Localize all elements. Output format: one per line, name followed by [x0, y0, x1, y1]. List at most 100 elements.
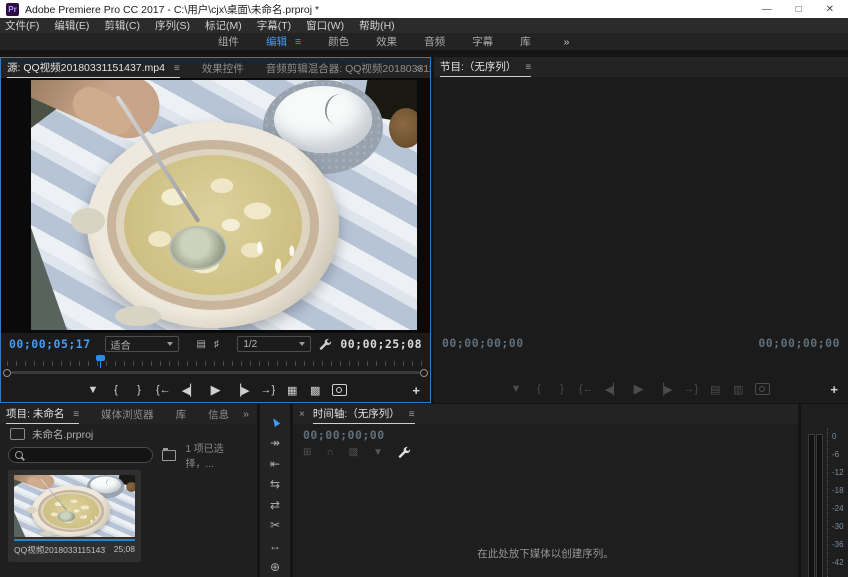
go-to-out-icon[interactable]: →} [261, 384, 276, 396]
close-button[interactable]: ✕ [826, 4, 834, 15]
timeline-drop-zone-message[interactable]: 在此处放下媒体以创建序列。 [293, 546, 798, 561]
workspace-tab-audio[interactable]: 音频 [424, 34, 445, 49]
tab-project[interactable]: 项目: 未命名 ≡ [6, 404, 79, 424]
menu-item[interactable]: 剪辑(C) [104, 18, 140, 33]
tab-info[interactable]: 信息 [208, 407, 229, 422]
timeline-timecode[interactable]: 00;00;00;00 [303, 428, 385, 442]
workspace-overflow-icon[interactable]: » [564, 36, 570, 48]
mark-out-icon[interactable]: } [556, 383, 568, 395]
settings-wrench-icon[interactable] [319, 338, 332, 351]
tab-program-monitor[interactable]: 节目:（无序列） ≡ [440, 57, 531, 77]
tab-libraries[interactable]: 库 [176, 407, 187, 422]
track-select-forward-tool[interactable]: ↠ [260, 433, 290, 454]
tab-audio-clip-mixer[interactable]: 音频剪辑混合器: QQ视频20180331151437.mp4 [266, 61, 431, 76]
project-clip-item[interactable]: QQ视频20180331151437... 25;08 [8, 470, 141, 562]
workspace-tab-assembly[interactable]: 组件 [218, 34, 239, 49]
export-frame-icon[interactable] [755, 383, 770, 395]
workspace-tab-editing[interactable]: 编辑 [266, 34, 287, 49]
step-back-icon[interactable]: ◀▏ [605, 383, 622, 396]
menu-item[interactable]: 字幕(T) [257, 18, 291, 33]
extract-icon[interactable]: ▥ [732, 383, 744, 396]
clip-thumbnail[interactable] [14, 475, 135, 537]
tab-source-label: 源: QQ视频20180331151437.mp4 [7, 62, 165, 74]
button-editor-plus[interactable]: + [412, 383, 420, 398]
menu-item[interactable]: 帮助(H) [359, 18, 395, 33]
go-to-in-icon[interactable]: {← [579, 383, 594, 395]
workspace-tab-titles[interactable]: 字幕 [472, 34, 493, 49]
tab-overflow-icon[interactable]: » [416, 62, 422, 74]
selection-tool[interactable]: ▲ [260, 412, 290, 433]
output-settings-icon[interactable]: ▤ [197, 339, 206, 350]
hand-tool[interactable]: ⊕ [260, 556, 290, 577]
close-tab-icon[interactable]: × [299, 409, 305, 420]
step-back-icon[interactable]: ◀▏ [182, 384, 199, 397]
insert-icon[interactable]: ▦ [286, 384, 298, 397]
playhead[interactable] [100, 355, 101, 368]
button-editor-plus[interactable]: + [830, 382, 838, 397]
linked-selection-icon[interactable]: ▧ [349, 447, 358, 458]
program-zoom-scrollbar[interactable] [434, 367, 848, 377]
nest-insert-icon[interactable]: ⊞ [303, 447, 311, 458]
menu-item[interactable]: 窗口(W) [306, 18, 344, 33]
menu-item[interactable]: 编辑(E) [54, 18, 89, 33]
step-forward-icon[interactable]: ▕▶ [233, 384, 250, 397]
source-video-viewer[interactable] [1, 78, 430, 333]
source-zoom-scrollbar[interactable] [1, 368, 430, 378]
maximize-button[interactable]: □ [796, 4, 802, 15]
workspace-tab-color[interactable]: 颜色 [328, 34, 349, 49]
zoom-scroll-track[interactable] [11, 371, 420, 374]
zoom-level-dropdown[interactable]: 适合 [105, 336, 179, 352]
go-to-out-icon[interactable]: →} [684, 383, 699, 395]
tab-overflow-icon[interactable]: » [243, 408, 249, 420]
panel-menu-icon[interactable]: ≡ [525, 62, 531, 73]
new-bin-icon[interactable] [162, 450, 176, 461]
add-marker-icon[interactable]: ▼ [510, 383, 522, 395]
program-time-ruler[interactable] [434, 354, 848, 367]
add-marker-icon[interactable]: ▼ [373, 447, 383, 458]
razor-tool[interactable]: ✂ [260, 515, 290, 536]
timeline-settings-wrench-icon[interactable] [398, 446, 411, 459]
tab-effect-controls[interactable]: 效果控件 [202, 61, 244, 76]
panel-menu-icon[interactable]: ≡ [174, 63, 180, 74]
workspace-menu-icon[interactable]: ≡ [295, 36, 301, 48]
source-current-timecode[interactable]: 00;00;05;17 [9, 337, 91, 351]
tab-program-label: 节目:（无序列） [440, 61, 516, 73]
lift-icon[interactable]: ▤ [709, 383, 721, 396]
program-video-viewer[interactable] [434, 77, 848, 332]
search-input[interactable] [8, 447, 153, 463]
go-to-in-icon[interactable]: {← [156, 384, 171, 396]
menu-item[interactable]: 文件(F) [5, 18, 39, 33]
mark-in-icon[interactable]: { [110, 384, 122, 396]
pot-handle-bottom [40, 531, 54, 536]
workspace-tab-libraries[interactable]: 库 [520, 34, 531, 49]
selection-tool-icon: ▲ [266, 413, 283, 431]
export-frame-icon[interactable] [332, 384, 347, 396]
menu-item[interactable]: 标记(M) [205, 18, 242, 33]
menu-item[interactable]: 序列(S) [155, 18, 190, 33]
play-button[interactable]: ▶ [633, 381, 645, 397]
snap-icon[interactable]: ∩ [326, 447, 333, 458]
mark-in-icon[interactable]: { [533, 383, 545, 395]
panel-menu-icon[interactable]: ≡ [73, 409, 79, 420]
minimize-button[interactable]: — [762, 4, 772, 15]
source-time-ruler[interactable] [1, 355, 430, 368]
slip-tool[interactable]: ↔ [260, 536, 290, 557]
play-button[interactable]: ▶ [210, 382, 222, 398]
zoom-scroll-right-handle[interactable] [420, 369, 428, 377]
playback-resolution-dropdown[interactable]: 1/2 [237, 336, 311, 352]
tab-media-browser[interactable]: 媒体浏览器 [101, 407, 154, 422]
tab-source-monitor[interactable]: 源: QQ视频20180331151437.mp4 ≡ [7, 58, 180, 78]
zoom-scroll-left-handle[interactable] [3, 369, 11, 377]
playback-settings-icon[interactable]: ♯ [214, 339, 219, 350]
mark-out-icon[interactable]: } [133, 384, 145, 396]
overwrite-icon[interactable]: ▩ [309, 384, 321, 397]
rate-stretch-tool[interactable]: ⇄ [260, 495, 290, 516]
workspace-tab-effects[interactable]: 效果 [376, 34, 397, 49]
step-forward-icon[interactable]: ▕▶ [656, 383, 673, 396]
clip-scrub-bar[interactable] [14, 539, 135, 541]
rolling-edit-tool[interactable]: ⇆ [260, 474, 290, 495]
add-marker-icon[interactable]: ▼ [87, 384, 99, 396]
ripple-edit-tool[interactable]: ⇤ [260, 453, 290, 474]
panel-menu-icon[interactable]: ≡ [409, 409, 415, 420]
tab-timeline[interactable]: 时间轴:（无序列） ≡ [313, 404, 415, 424]
